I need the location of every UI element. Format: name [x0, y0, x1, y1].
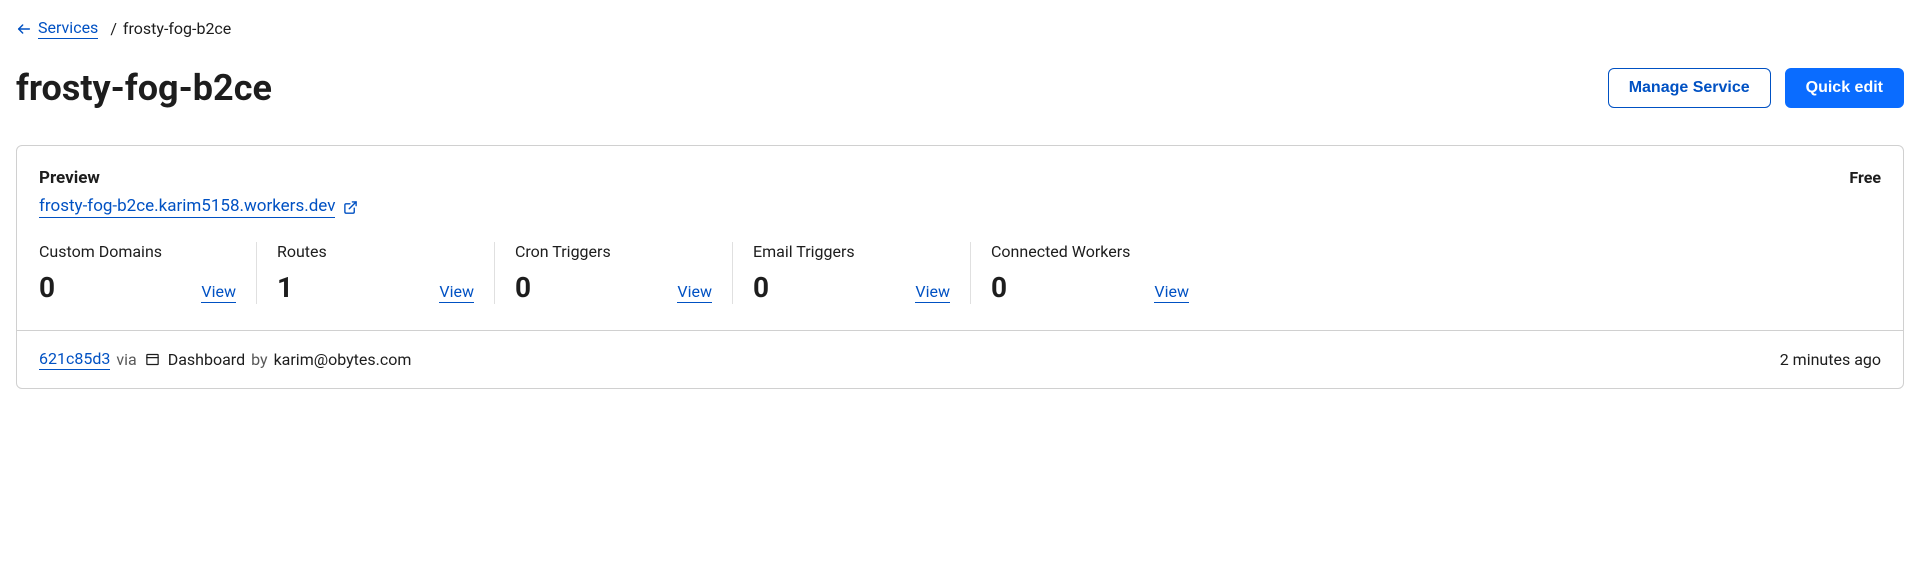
window-icon: [145, 352, 160, 367]
stat-label: Cron Triggers: [515, 242, 712, 261]
stat-value: 1: [277, 271, 293, 304]
stats-row: Custom Domains 0 View Routes 1 View Cron…: [39, 242, 1881, 304]
quick-edit-button[interactable]: Quick edit: [1785, 68, 1904, 108]
deploy-meta: 621c85d3 via Dashboard by karim@obytes.c…: [39, 349, 411, 370]
stat-routes: Routes 1 View: [277, 242, 495, 304]
source-text: Dashboard: [168, 350, 245, 369]
stat-label: Connected Workers: [991, 242, 1189, 261]
preview-label: Preview: [39, 168, 100, 188]
worker-card: Preview Free frosty-fog-b2ce.karim5158.w…: [16, 145, 1904, 389]
stat-label: Routes: [277, 242, 474, 261]
card-body: Preview Free frosty-fog-b2ce.karim5158.w…: [17, 146, 1903, 330]
view-email-triggers-link[interactable]: View: [915, 282, 950, 303]
card-footer: 621c85d3 via Dashboard by karim@obytes.c…: [17, 330, 1903, 388]
view-connected-workers-link[interactable]: View: [1154, 282, 1189, 303]
breadcrumb-separator: /: [110, 19, 117, 38]
stat-cron-triggers: Cron Triggers 0 View: [515, 242, 733, 304]
stat-value: 0: [991, 271, 1007, 304]
stat-value: 0: [753, 271, 769, 304]
stat-label: Email Triggers: [753, 242, 950, 261]
breadcrumb-services-link[interactable]: Services: [38, 18, 98, 39]
preview-header: Preview Free: [39, 168, 1881, 188]
view-custom-domains-link[interactable]: View: [201, 282, 236, 303]
view-routes-link[interactable]: View: [439, 282, 474, 303]
external-link-icon[interactable]: [343, 200, 358, 215]
page-title: frosty-fog-b2ce: [16, 67, 272, 109]
header-actions: Manage Service Quick edit: [1608, 68, 1904, 108]
via-text: via: [116, 350, 136, 369]
page-header: frosty-fog-b2ce Manage Service Quick edi…: [16, 67, 1904, 109]
preview-url-link[interactable]: frosty-fog-b2ce.karim5158.workers.dev: [39, 196, 335, 218]
stat-connected-workers: Connected Workers 0 View: [991, 242, 1209, 304]
stat-value: 0: [515, 271, 531, 304]
by-text: by: [251, 350, 267, 369]
stat-custom-domains: Custom Domains 0 View: [39, 242, 257, 304]
stat-label: Custom Domains: [39, 242, 236, 261]
manage-service-button[interactable]: Manage Service: [1608, 68, 1771, 108]
stat-email-triggers: Email Triggers 0 View: [753, 242, 971, 304]
view-cron-triggers-link[interactable]: View: [677, 282, 712, 303]
stat-value: 0: [39, 271, 55, 304]
email-text: karim@obytes.com: [274, 350, 412, 369]
tier-badge: Free: [1849, 168, 1881, 187]
back-arrow-icon[interactable]: [16, 21, 32, 37]
preview-url-row: frosty-fog-b2ce.karim5158.workers.dev: [39, 196, 1881, 218]
breadcrumb-current: frosty-fog-b2ce: [123, 19, 231, 38]
timestamp: 2 minutes ago: [1780, 350, 1881, 369]
commit-link[interactable]: 621c85d3: [39, 349, 110, 370]
breadcrumb: Services / frosty-fog-b2ce: [16, 18, 1904, 39]
